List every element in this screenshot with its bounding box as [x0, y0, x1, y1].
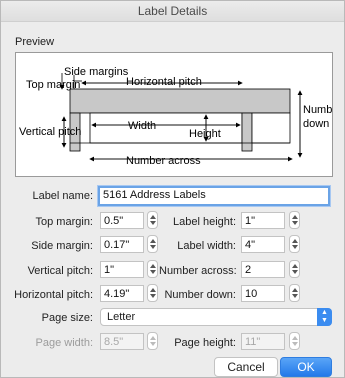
stepper-down-icon[interactable]: [292, 270, 298, 274]
stepper-down-icon[interactable]: [150, 221, 156, 225]
stepper-down-icon[interactable]: [292, 245, 298, 249]
side-margins-text: Side margins: [64, 66, 129, 78]
stepper-up-icon[interactable]: [292, 288, 298, 292]
horizontal-pitch-text: Horizontal pitch: [126, 76, 202, 88]
number-across-stepper[interactable]: [289, 260, 300, 278]
page-size-select[interactable]: Letter ▲ ▼: [100, 308, 332, 326]
window-title: Label Details: [1, 1, 344, 22]
number-down-label: Number down:: [164, 289, 236, 301]
label-width-label: Label width:: [177, 240, 236, 252]
height-text: Height: [189, 128, 221, 140]
stepper-down-icon[interactable]: [292, 221, 298, 225]
side-margin-label: Side margin:: [31, 240, 93, 252]
cancel-button[interactable]: Cancel: [214, 357, 278, 377]
number-down-text-2: down: [303, 118, 329, 130]
stepper-down-icon[interactable]: [150, 245, 156, 249]
stepper-up-icon[interactable]: [150, 288, 156, 292]
label-preview-diagram: Side margins Horizontal pitch Top margin…: [19, 66, 332, 167]
ok-button[interactable]: OK: [280, 357, 332, 377]
stepper-up-icon: [150, 336, 156, 340]
label-height-label: Label height:: [173, 216, 236, 228]
stepper-up-icon[interactable]: [292, 215, 298, 219]
second-label-shape: [251, 112, 291, 144]
stepper-up-icon[interactable]: [150, 264, 156, 268]
page-width-label: Page width:: [35, 337, 93, 349]
label-details-dialog: Label Details Preview Side margins Horiz…: [0, 0, 345, 378]
stepper-up-icon[interactable]: [292, 239, 298, 243]
stepper-down-icon[interactable]: [292, 294, 298, 298]
preview-section-label: Preview: [15, 36, 55, 48]
page-height-label: Page height:: [174, 337, 236, 349]
top-margin-input[interactable]: 0.5": [100, 212, 144, 229]
vertical-pitch-input[interactable]: 1": [100, 261, 144, 278]
label-width-input[interactable]: 4": [241, 236, 285, 253]
horizontal-pitch-input[interactable]: 4.19": [100, 285, 144, 302]
stepper-down-icon: [292, 342, 298, 346]
vertical-pitch-label: Vertical pitch:: [27, 265, 93, 277]
stepper-up-icon[interactable]: [150, 239, 156, 243]
side-margin-input[interactable]: 0.17": [100, 236, 144, 253]
page-width-input: 8.5": [100, 333, 144, 350]
label-name-label: Label name:: [32, 190, 93, 202]
page-height-input: 11": [241, 333, 285, 350]
number-across-text: Number across: [126, 155, 201, 167]
chevron-up-down-icon[interactable]: ▲ ▼: [317, 308, 332, 326]
stepper-down-icon[interactable]: [150, 294, 156, 298]
number-across-label: Number across:: [159, 265, 237, 277]
top-margin-label: Top margin:: [35, 216, 93, 228]
horizontal-pitch-stepper[interactable]: [147, 284, 158, 302]
vertical-pitch-text: Vertical pitch: [19, 126, 81, 138]
page-width-stepper: [147, 332, 158, 350]
stepper-up-icon: [292, 336, 298, 340]
page-size-label: Page size:: [41, 312, 93, 324]
label-height-input[interactable]: 1": [241, 212, 285, 229]
number-down-input[interactable]: 10: [241, 285, 285, 302]
number-across-input[interactable]: 2: [241, 261, 285, 278]
stepper-down-icon[interactable]: [150, 270, 156, 274]
label-preview: Side margins Horizontal pitch Top margin…: [15, 52, 333, 177]
stepper-up-icon[interactable]: [292, 264, 298, 268]
top-margin-text: Top margin: [26, 79, 80, 91]
width-text: Width: [128, 120, 156, 132]
label-name-input[interactable]: 5161 Address Labels: [98, 186, 330, 206]
page-height-stepper: [289, 332, 300, 350]
page-size-value: Letter: [107, 311, 136, 323]
side-margin-stepper[interactable]: [147, 235, 158, 253]
top-margin-stepper[interactable]: [147, 211, 158, 229]
number-down-text-1: Number: [303, 104, 332, 116]
horizontal-pitch-label: Horizontal pitch:: [14, 289, 93, 301]
stepper-down-icon: [150, 342, 156, 346]
vertical-pitch-stepper[interactable]: [147, 260, 158, 278]
column-gap-shape: [241, 112, 253, 152]
label-width-stepper[interactable]: [289, 235, 300, 253]
label-height-stepper[interactable]: [289, 211, 300, 229]
stepper-up-icon[interactable]: [150, 215, 156, 219]
top-label-row-shape: [69, 88, 291, 114]
number-down-stepper[interactable]: [289, 284, 300, 302]
